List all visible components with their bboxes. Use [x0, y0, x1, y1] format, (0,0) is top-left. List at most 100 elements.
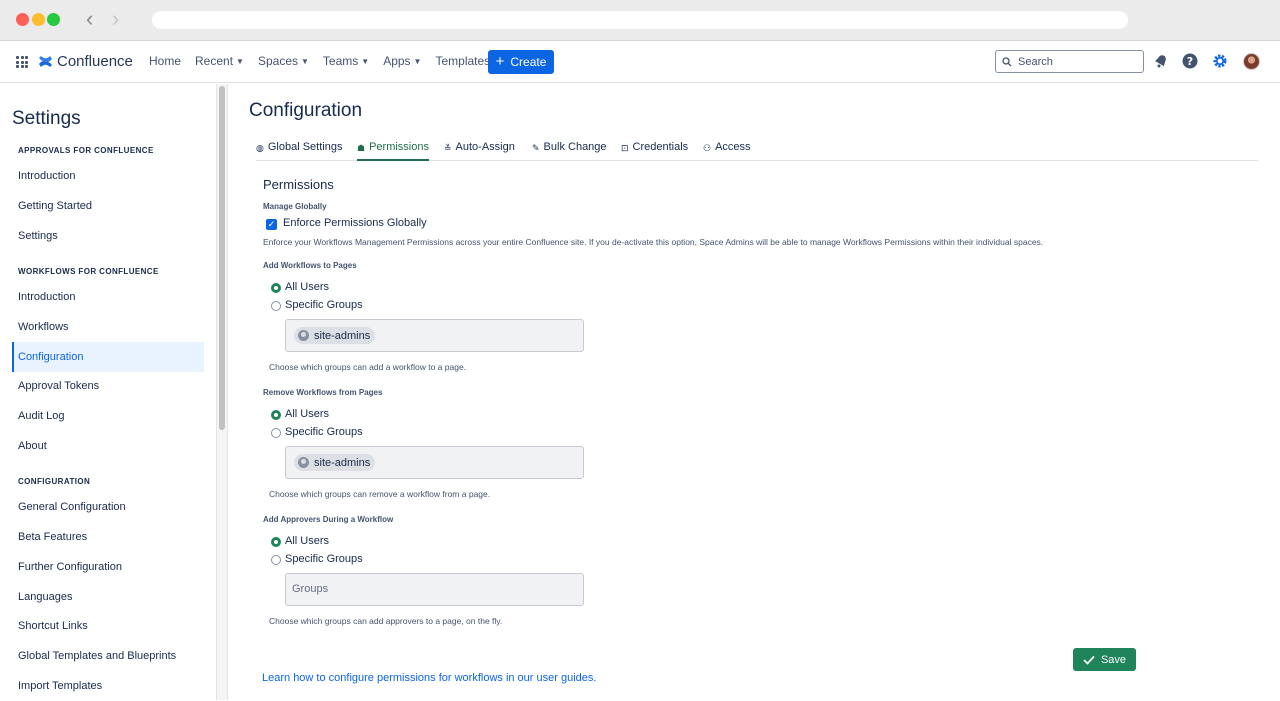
nav-label: Templates: [435, 54, 491, 68]
groups-placeholder: Groups: [292, 583, 329, 595]
help-icon[interactable]: ?: [1181, 52, 1199, 70]
back-arrow-icon[interactable]: ‹: [86, 8, 93, 30]
page-title: Configuration: [249, 100, 363, 121]
tab-global-settings[interactable]: ◍ Global Settings: [256, 141, 342, 161]
nav-recent[interactable]: Recent ▼: [195, 54, 244, 68]
pencil-icon: ✎: [532, 143, 540, 153]
forward-arrow-icon[interactable]: ›: [112, 8, 119, 30]
sidebar-scrollbar[interactable]: [216, 84, 228, 700]
search-input[interactable]: Search: [995, 50, 1144, 73]
sidebar-item-workflows-introduction[interactable]: Introduction: [12, 282, 204, 312]
add-approvers-label: Add Approvers During a Workflow: [263, 515, 394, 524]
all-users-label[interactable]: All Users: [285, 535, 329, 547]
remove-workflows-groups-field[interactable]: site-admins: [285, 446, 584, 479]
config-tabs: ◍ Global Settings ☗ Permissions ≚ Auto-Assi…: [256, 141, 1258, 161]
group-chip[interactable]: site-admins: [294, 327, 376, 344]
maximize-window-button[interactable]: [47, 13, 60, 26]
sidebar-item-workflows[interactable]: Workflows: [12, 312, 204, 342]
tab-bulk-change[interactable]: ✎ Bulk Change: [532, 141, 607, 161]
permissions-heading: Permissions: [263, 177, 334, 192]
scrollbar-thumb[interactable]: [219, 86, 225, 430]
sidebar-item-global-templates[interactable]: Global Templates and Blueprints: [12, 641, 204, 671]
confluence-logo[interactable]: Confluence: [38, 53, 133, 70]
specific-groups-label[interactable]: Specific Groups: [285, 426, 363, 438]
sidebar-item-getting-started[interactable]: Getting Started: [12, 191, 204, 221]
specific-groups-label[interactable]: Specific Groups: [285, 299, 363, 311]
chip-label: site-admins: [314, 329, 371, 342]
chevron-down-icon: ▼: [236, 56, 244, 66]
nav-spaces[interactable]: Spaces ▼: [258, 54, 309, 68]
sidebar-item-beta-features[interactable]: Beta Features: [12, 522, 204, 552]
tab-access[interactable]: ⚇ Access: [703, 141, 751, 161]
nav-teams[interactable]: Teams ▼: [323, 54, 369, 68]
minimize-window-button[interactable]: [32, 13, 45, 26]
avatar[interactable]: [1243, 53, 1260, 70]
close-window-button[interactable]: [16, 13, 29, 26]
sidebar-item-about[interactable]: About: [12, 431, 204, 461]
nav-label: Recent: [195, 54, 234, 68]
tab-label: Bulk Change: [543, 141, 607, 153]
tab-label: Auto-Assign: [455, 141, 515, 153]
sidebar-item-configuration[interactable]: Configuration: [12, 342, 204, 372]
search-icon: [1002, 56, 1012, 66]
settings-gear-icon[interactable]: [1211, 52, 1229, 70]
all-users-label[interactable]: All Users: [285, 408, 329, 420]
sidebar-item-settings[interactable]: Settings: [12, 221, 204, 251]
tab-label: Access: [715, 141, 751, 153]
address-bar[interactable]: [152, 11, 1128, 29]
nav-label: Apps: [383, 54, 411, 68]
tab-permissions[interactable]: ☗ Permissions: [357, 141, 429, 161]
browser-chrome: ‹ ›: [0, 0, 1280, 41]
nav-templates[interactable]: Templates: [435, 54, 490, 68]
globe-icon: ◍: [256, 143, 264, 153]
section-heading-workflows: WORKFLOWS FOR CONFLUENCE: [18, 267, 159, 276]
tab-credentials[interactable]: ⊡ Credentials: [621, 141, 688, 161]
tab-label: Permissions: [369, 141, 429, 153]
sidebar-item-shortcut-links[interactable]: Shortcut Links: [12, 611, 204, 641]
remove-workflows-label: Remove Workflows from Pages: [263, 388, 383, 397]
section-heading-approvals: APPROVALS FOR CONFLUENCE: [18, 146, 154, 155]
tab-auto-assign[interactable]: ≚ Auto-Assign: [444, 141, 515, 161]
nav-label: Spaces: [257, 54, 298, 68]
add-approvers-specific-groups-radio[interactable]: [271, 555, 281, 565]
all-users-label[interactable]: All Users: [285, 281, 329, 293]
notifications-icon[interactable]: [1152, 52, 1170, 70]
group-icon: [298, 330, 309, 341]
app-switcher-icon[interactable]: [16, 56, 28, 68]
create-button[interactable]: + Create: [488, 50, 554, 74]
add-workflows-hint: Choose which groups can add a workflow t…: [269, 362, 467, 372]
enforce-permissions-label[interactable]: Enforce Permissions Globally: [283, 217, 427, 229]
add-approvers-groups-field[interactable]: Groups: [285, 573, 584, 606]
add-approvers-hint: Choose which groups can add approvers to…: [269, 616, 503, 626]
section-heading-configuration: CONFIGURATION: [18, 477, 91, 486]
sidebar-item-languages[interactable]: Languages: [12, 582, 204, 612]
add-approvers-all-users-radio[interactable]: [271, 537, 281, 547]
chevron-down-icon: ▼: [361, 56, 370, 66]
sidebar-item-general-configuration[interactable]: General Configuration: [12, 492, 204, 522]
remove-workflows-all-users-radio[interactable]: [271, 410, 281, 420]
sidebar-item-further-configuration[interactable]: Further Configuration: [12, 552, 204, 582]
sidebar-item-audit-log[interactable]: Audit Log: [12, 401, 204, 431]
remove-workflows-specific-groups-radio[interactable]: [271, 428, 281, 438]
checkmark-icon: [1083, 655, 1095, 665]
user-guide-link[interactable]: Learn how to configure permissions for w…: [262, 672, 596, 684]
nav-links: Home Recent ▼ Spaces ▼ Teams ▼ Apps ▼ Templa…: [149, 54, 490, 68]
add-workflows-all-users-radio[interactable]: [271, 283, 281, 293]
svg-text:?: ?: [1187, 55, 1193, 68]
chip-label: site-admins: [314, 456, 371, 469]
nav-label: Home: [149, 54, 182, 68]
nav-home[interactable]: Home: [149, 54, 181, 68]
confluence-icon: [39, 56, 52, 67]
add-workflows-groups-field[interactable]: site-admins: [285, 319, 584, 352]
sidebar-item-approvals-introduction[interactable]: Introduction: [12, 161, 204, 191]
specific-groups-label[interactable]: Specific Groups: [285, 553, 363, 565]
group-chip[interactable]: site-admins: [294, 454, 376, 471]
remove-workflows-hint: Choose which groups can remove a workflo…: [269, 489, 491, 499]
search-placeholder: Search: [1018, 55, 1053, 68]
enforce-permissions-checkbox[interactable]: ✓: [266, 219, 277, 230]
sidebar-item-import-templates[interactable]: Import Templates: [12, 671, 204, 701]
save-button[interactable]: Save: [1073, 648, 1136, 671]
sidebar-item-approval-tokens[interactable]: Approval Tokens: [12, 371, 204, 401]
add-workflows-specific-groups-radio[interactable]: [271, 301, 281, 311]
nav-apps[interactable]: Apps ▼: [383, 54, 421, 68]
